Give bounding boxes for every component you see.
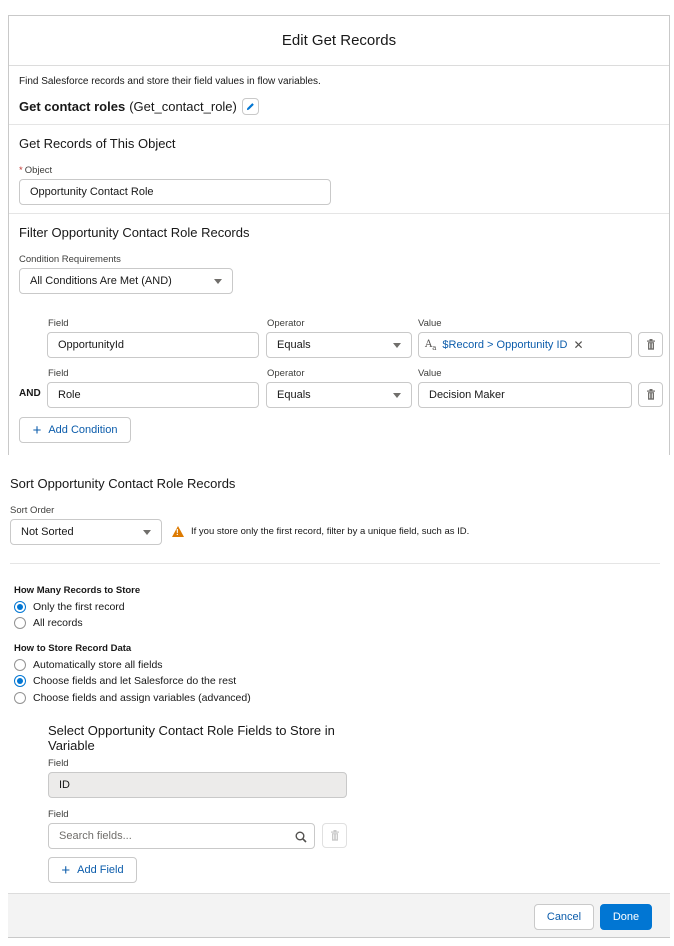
delete-condition-button[interactable] [638,382,663,407]
radio-label: Only the first record [33,601,125,613]
condition-operator-select[interactable]: Equals [266,382,412,408]
element-api-name: (Get_contact_role) [129,99,237,114]
condition-requirements-value: All Conditions Are Met (AND) [30,275,172,287]
modal-title: Edit Get Records [281,32,397,49]
pencil-icon [246,103,254,111]
radio-label: All records [33,617,83,629]
field-input-disabled: ID [48,772,347,798]
delete-condition-button[interactable] [638,332,663,357]
radio-button[interactable] [14,692,26,704]
condition-operator-label: Operator [267,368,305,379]
value-pill-label: $Record > Opportunity ID [442,339,568,351]
radio-button[interactable] [14,659,26,671]
required-marker: * [19,165,23,176]
radio-choose-fields-advanced[interactable]: Choose fields and assign variables (adva… [14,692,251,704]
condition-field-label: Field [48,318,69,329]
condition-value-label: Value [418,368,442,379]
chevron-down-icon [393,343,401,348]
chevron-down-icon [393,393,401,398]
search-icon [295,831,307,843]
radio-choose-fields[interactable]: Choose fields and let Salesforce do the … [14,675,236,687]
add-condition-label: Add Condition [48,424,118,436]
modal-header: Edit Get Records [9,16,669,66]
radio-only-first-record[interactable]: Only the first record [14,601,125,613]
condition-field-label: Field [48,368,69,379]
condition-requirements-label: Condition Requirements [19,254,121,265]
chevron-down-icon [214,279,222,284]
trash-icon [330,830,339,841]
add-condition-button[interactable]: + Add Condition [19,417,131,443]
field-label: Field [48,809,69,820]
radio-store-all-fields[interactable]: Automatically store all fields [14,659,163,671]
condition-value-label: Value [418,318,442,329]
condition-operator-select[interactable]: Equals [266,332,412,358]
condition-field-input[interactable]: OpportunityId [47,332,259,358]
condition-value-input[interactable]: Decision Maker [418,382,632,408]
modal-description: Find Salesforce records and store their … [19,76,321,87]
sort-order-value: Not Sorted [21,526,74,538]
object-input[interactable]: Opportunity Contact Role [19,179,331,205]
trash-icon [646,339,655,350]
radio-all-records[interactable]: All records [14,617,83,629]
condition-field-input[interactable]: Role [47,382,259,408]
radio-label: Choose fields and let Salesforce do the … [33,675,237,687]
element-label: Get contact roles [19,99,126,114]
edit-label-button[interactable] [241,98,259,115]
object-section-title: Get Records of This Object [19,136,176,151]
sort-section-title: Sort Opportunity Contact Role Records [10,476,236,491]
radio-button[interactable] [14,675,26,687]
condition-operator-value: Equals [277,389,311,401]
condition-operator-label: Operator [267,318,305,329]
sort-order-select[interactable]: Not Sorted [10,519,162,545]
close-icon[interactable]: ✕ [573,338,583,352]
divider [9,124,669,125]
add-field-label: Add Field [77,864,124,876]
sort-warning: ! If you store only the first record, fi… [172,526,469,537]
text-type-icon: Aa [425,338,437,352]
how-many-records-title: How Many Records to Store [14,585,141,596]
field-search-placeholder: Search fields... [59,830,132,842]
plus-icon: + [32,421,42,439]
radio-label: Choose fields and assign variables (adva… [33,692,251,704]
chevron-down-icon [143,530,151,535]
fields-section-title: Select Opportunity Contact Role Fields t… [48,723,335,753]
modal-footer: Cancel Done [8,893,670,938]
radio-button[interactable] [14,617,26,629]
divider [10,563,660,564]
field-search-input[interactable]: Search fields... [48,823,315,849]
value-pill[interactable]: Aa $Record > Opportunity ID ✕ [425,338,584,352]
sort-order-label: Sort Order [10,505,55,516]
field-label: Field [48,758,69,769]
plus-icon: + [61,861,71,879]
cancel-button[interactable]: Cancel [534,904,594,930]
condition-value-input[interactable]: Aa $Record > Opportunity ID ✕ [418,332,632,358]
done-button[interactable]: Done [600,904,652,930]
radio-button[interactable] [14,601,26,613]
and-logic-label: AND [19,388,41,399]
how-to-store-title: How to Store Record Data [14,643,132,654]
object-label-text: Object [24,165,53,176]
warning-icon: ! [172,526,184,537]
filter-section-title: Filter Opportunity Contact Role Records [19,225,250,240]
divider [9,213,669,214]
add-field-button[interactable]: + Add Field [48,857,137,883]
sort-warning-text: If you store only the first record, filt… [191,526,470,537]
condition-operator-value: Equals [277,339,311,351]
trash-icon [646,389,655,400]
delete-field-button[interactable] [322,823,347,848]
condition-requirements-select[interactable]: All Conditions Are Met (AND) [19,268,233,294]
radio-label: Automatically store all fields [33,659,163,671]
element-title: Get contact roles (Get_contact_role) [19,98,259,115]
object-label: * Object [19,165,52,176]
